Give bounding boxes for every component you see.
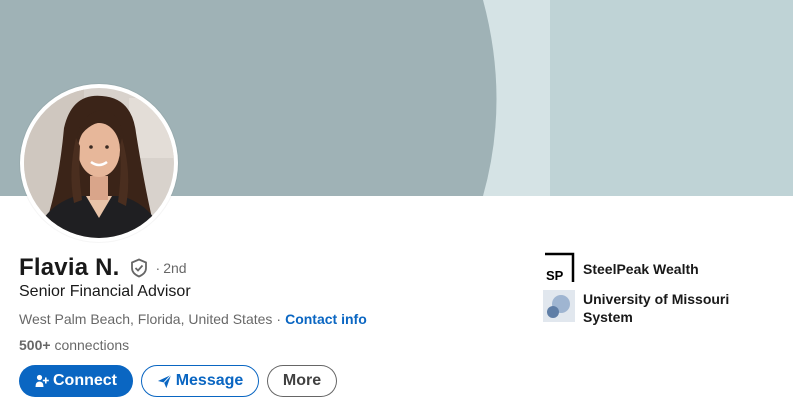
name-row: Flavia N. · 2nd (19, 252, 187, 284)
contact-info-link[interactable]: Contact info (285, 311, 367, 327)
connections-number: 500+ (19, 337, 51, 353)
profile-actions: Connect Message More (19, 365, 337, 397)
experience-education-summary: SP SteelPeak Wealth University of Missou… (543, 252, 773, 332)
message-label: Message (175, 372, 244, 389)
degree-separator: · (155, 260, 161, 276)
connect-label: Connect (53, 372, 117, 389)
university-logo (543, 290, 575, 322)
more-button[interactable]: More (267, 365, 337, 397)
profile-photo (24, 88, 174, 238)
org-name-steelpeak: SteelPeak Wealth (583, 261, 699, 277)
add-person-icon (35, 374, 49, 388)
paper-plane-icon (157, 374, 172, 389)
org-item-university[interactable]: University of Missouri System (543, 290, 773, 326)
profile-location: West Palm Beach, Florida, United States (19, 311, 273, 327)
profile-headline: Senior Financial Advisor (19, 283, 191, 300)
org-name-university: University of Missouri System (583, 291, 730, 325)
steelpeak-logo: SP (543, 252, 575, 284)
degree-label: 2nd (163, 260, 187, 276)
location-row: West Palm Beach, Florida, United States … (19, 311, 367, 327)
connection-degree: · 2nd (156, 260, 187, 276)
profile-avatar[interactable] (20, 84, 178, 242)
connections-label: connections (54, 337, 130, 353)
steelpeak-logo-text: SP (546, 268, 564, 283)
more-label: More (282, 372, 322, 389)
shield-check-icon[interactable] (128, 257, 150, 279)
profile-name: Flavia N. (19, 254, 120, 281)
connect-button[interactable]: Connect (19, 365, 133, 397)
connections-count[interactable]: 500+ connections (19, 337, 129, 353)
org-item-steelpeak[interactable]: SP SteelPeak Wealth (543, 252, 773, 284)
message-button[interactable]: Message (141, 365, 259, 397)
location-separator: · (276, 311, 282, 327)
